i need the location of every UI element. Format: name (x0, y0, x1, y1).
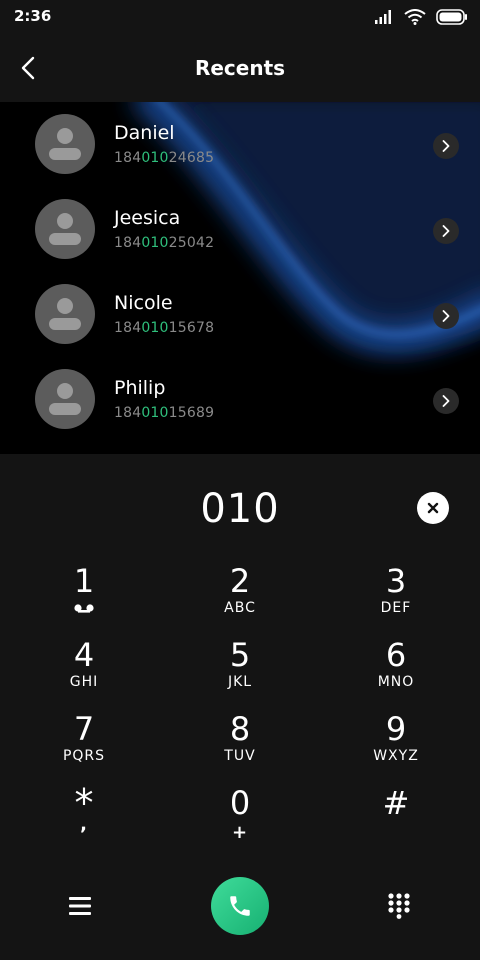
key-letters: ABC (224, 600, 256, 616)
status-time: 2:36 (14, 7, 52, 25)
contact-row[interactable]: Philip 18401015689 (0, 357, 480, 442)
header: Recents (0, 34, 480, 102)
key-letters: , (80, 814, 88, 835)
key-1[interactable]: 1 (29, 564, 139, 628)
key-letters: WXYZ (373, 748, 419, 764)
dialpad-toggle-button[interactable] (381, 888, 417, 924)
key-digit: 1 (73, 562, 95, 600)
battery-icon (436, 9, 467, 25)
voicemail-icon (74, 604, 94, 613)
contact-number: 18401025042 (114, 235, 214, 251)
key-letters: JKL (227, 674, 253, 690)
contact-name: Philip (114, 377, 166, 399)
key-letters: PQRS (62, 748, 106, 764)
number-prefix: 184 (114, 150, 142, 166)
key-digit: 8 (229, 710, 251, 748)
key-0[interactable]: 0 + (185, 786, 295, 850)
key-digit: 5 (229, 636, 251, 674)
number-match: 010 (141, 320, 169, 336)
contact-name: Daniel (114, 122, 175, 144)
signal-icon (375, 10, 391, 24)
key-hash[interactable]: # (341, 786, 451, 850)
chevron-right-icon (442, 395, 450, 407)
chevron-right-icon (442, 225, 450, 237)
number-match: 010 (141, 235, 169, 251)
key-9[interactable]: 9 WXYZ (341, 712, 451, 776)
number-suffix: 15678 (168, 320, 215, 336)
number-suffix: 25042 (168, 235, 215, 251)
number-match: 010 (141, 150, 169, 166)
contact-row[interactable]: Nicole 18401015678 (0, 272, 480, 357)
key-2[interactable]: 2 ABC (185, 564, 295, 628)
clear-button[interactable] (417, 492, 449, 524)
number-prefix: 184 (114, 235, 142, 251)
key-digit: 6 (385, 636, 407, 674)
key-7[interactable]: 7 PQRS (29, 712, 139, 776)
contact-detail-button[interactable] (433, 388, 459, 414)
key-letters: DEF (380, 600, 412, 616)
key-letters: MNO (377, 674, 415, 690)
chevron-right-icon (442, 140, 450, 152)
contact-number: 18401024685 (114, 150, 214, 166)
avatar (35, 199, 95, 259)
key-8[interactable]: 8 TUV (185, 712, 295, 776)
key-digit: 2 (229, 562, 251, 600)
chevron-right-icon (442, 310, 450, 322)
number-match: 010 (141, 405, 169, 421)
menu-icon (69, 897, 91, 915)
key-3[interactable]: 3 DEF (341, 564, 451, 628)
avatar (35, 114, 95, 174)
contact-row[interactable]: Jeesica 18401025042 (0, 187, 480, 272)
key-letters: TUV (224, 748, 256, 764)
wifi-icon (404, 9, 426, 25)
key-digit: # (382, 784, 410, 822)
status-icons (374, 8, 468, 26)
number-prefix: 184 (114, 405, 142, 421)
key-4[interactable]: 4 GHI (29, 638, 139, 702)
key-digit: 3 (385, 562, 407, 600)
number-prefix: 184 (114, 320, 142, 336)
call-button[interactable] (211, 877, 269, 935)
contact-detail-button[interactable] (433, 218, 459, 244)
number-suffix: 24685 (168, 150, 215, 166)
dial-display[interactable]: 010 (0, 486, 480, 532)
page-title: Recents (194, 56, 286, 80)
contact-name: Jeesica (114, 207, 181, 229)
contact-number: 18401015678 (114, 320, 214, 336)
key-star[interactable]: * , (29, 784, 139, 850)
contacts-list: Daniel 18401024685 Jeesica 18401025042 N… (0, 102, 480, 454)
menu-button[interactable] (62, 888, 98, 924)
contact-name: Nicole (114, 292, 173, 314)
key-digit: 0 (229, 784, 251, 822)
contact-detail-button[interactable] (433, 303, 459, 329)
dialpad-icon (388, 893, 410, 919)
status-bar: 2:36 (0, 0, 480, 34)
avatar (35, 369, 95, 429)
number-suffix: 15689 (168, 405, 215, 421)
contact-number: 18401015689 (114, 405, 214, 421)
contact-row[interactable]: Daniel 18401024685 (0, 102, 480, 187)
key-digit: 9 (385, 710, 407, 748)
key-digit: 7 (73, 710, 95, 748)
key-digit: 4 (73, 636, 95, 674)
contact-detail-button[interactable] (433, 133, 459, 159)
key-letters: + (231, 822, 249, 843)
phone-icon (230, 896, 250, 916)
key-5[interactable]: 5 JKL (185, 638, 295, 702)
key-letters: GHI (69, 674, 99, 690)
key-6[interactable]: 6 MNO (341, 638, 451, 702)
close-icon (427, 502, 439, 514)
avatar (35, 284, 95, 344)
